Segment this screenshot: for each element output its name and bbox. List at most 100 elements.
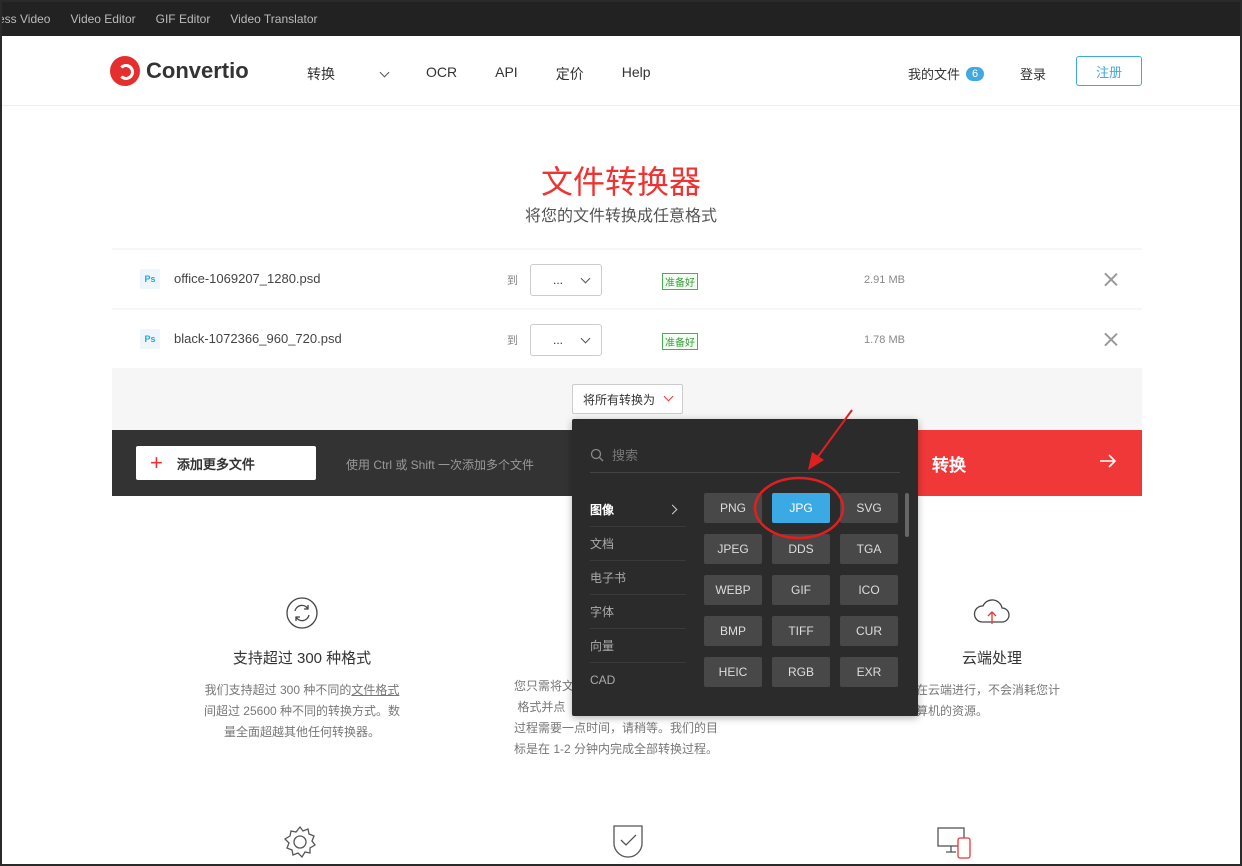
my-files-link[interactable]: 我的文件 6 [908, 64, 985, 83]
convert-all-label: 将所有转换为 [583, 392, 656, 407]
feature-title: 云端处理 [961, 650, 1022, 667]
feature-text-2: 算机的资源。 [916, 704, 989, 718]
format-option[interactable]: CUR [840, 616, 898, 646]
format-option[interactable]: EXR [840, 657, 898, 687]
file-row: Ps black-1072366_960_720.psd 到 ... 准备好 1… [112, 310, 1142, 368]
add-more-files-label: 添加更多文件 [176, 456, 255, 472]
category-vector[interactable]: 向量 [590, 629, 686, 663]
category-list: 图像 文档 电子书 字体 向量 CAD [590, 493, 686, 697]
status-badge: 准备好 [662, 333, 698, 350]
file-formats-link[interactable]: 文件格式 [351, 683, 399, 697]
nav-convert[interactable]: 转换 [307, 64, 390, 84]
top-link-video-editor[interactable]: Video Editor [70, 12, 135, 26]
nav-convert-label: 转换 [307, 66, 335, 82]
my-files-label: 我的文件 [908, 67, 961, 82]
gear-icon [283, 825, 316, 859]
remove-file-close-icon[interactable] [1104, 272, 1118, 286]
format-option[interactable]: BMP [704, 616, 762, 646]
feature-title: 支持超过 300 种格式 [232, 650, 372, 667]
feature-text-2: 格式并点 [517, 700, 566, 714]
logo-icon [110, 56, 140, 86]
file-name: office-1069207_1280.psd [174, 271, 321, 286]
my-files-count-badge: 6 [966, 66, 985, 81]
feature-text-1: 您只需将文 [514, 679, 575, 693]
chevron-down-icon [580, 273, 591, 284]
status-badge: 准备好 [662, 273, 698, 290]
arrow-right-icon [1100, 454, 1117, 468]
search-placeholder: 搜索 [612, 448, 639, 463]
format-option[interactable]: SVG [840, 493, 898, 523]
page-title: 文件转换器 [540, 164, 701, 200]
convert-all-select[interactable]: 将所有转换为 [572, 384, 683, 414]
login-link[interactable]: 登录 [1020, 64, 1046, 83]
target-format-select[interactable]: ... [530, 324, 602, 356]
feature-formats: 支持超过 300 种格式 我们支持超过 300 种不同的文件格式间超过 2560… [162, 596, 442, 743]
nav-ocr[interactable]: OCR [426, 64, 457, 84]
nav-help[interactable]: Help [622, 64, 651, 84]
feature-text-3: 过程需要一点时间，请稍等。我们的目 [514, 721, 719, 735]
format-option[interactable]: TIFF [772, 616, 830, 646]
header: Convertio 转换 OCR API 定价 Help 我的文件 6 登录 注… [2, 36, 1240, 106]
feature-text-2: 间超过 25600 种不同的转换方式。数 [203, 704, 401, 718]
file-size: 1.78 MB [864, 334, 905, 346]
nav-pricing[interactable]: 定价 [556, 64, 584, 84]
format-option[interactable]: TGA [840, 534, 898, 564]
top-link-video-translator[interactable]: Video Translator [230, 12, 317, 26]
category-font[interactable]: 字体 [590, 595, 686, 629]
file-size: 2.91 MB [864, 274, 905, 286]
remove-file-close-icon[interactable] [1104, 332, 1118, 346]
category-label: 图像 [590, 503, 615, 517]
format-option[interactable]: PNG [704, 493, 762, 523]
target-format-select[interactable]: ... [530, 264, 602, 296]
add-more-files-button[interactable]: + 添加更多文件 [136, 446, 316, 480]
format-option[interactable]: GIF [772, 575, 830, 605]
feature-text-1: 我们支持超过 300 种不同的 [204, 683, 352, 697]
psd-file-icon: Ps [140, 329, 160, 349]
feature-text-3: 量全面超越其他任何转换器。 [223, 725, 380, 739]
format-option[interactable]: DDS [772, 534, 830, 564]
target-format-value: ... [553, 273, 564, 287]
feature-text-4: 标是在 1-2 分钟内完成全部转换过程。 [514, 742, 719, 756]
main-nav: 转换 OCR API 定价 Help [307, 64, 689, 84]
signup-button[interactable]: 注册 [1076, 56, 1142, 86]
plus-icon: + [150, 450, 163, 475]
format-dropdown: 搜索 图像 文档 电子书 字体 向量 CAD PNG JPG SVG JPEG … [572, 419, 918, 716]
to-label: 到 [507, 275, 518, 287]
file-name: black-1072366_960_720.psd [174, 331, 342, 346]
feature-cloud: 云端处理 在云端进行，不会消耗您计 算机的资源。 [892, 596, 1092, 722]
category-image[interactable]: 图像 [590, 493, 686, 527]
multi-select-hint: 使用 Ctrl 或 Shift 一次添加多个文件 [346, 458, 535, 472]
to-label: 到 [507, 335, 518, 347]
category-ebook[interactable]: 电子书 [590, 561, 686, 595]
category-document[interactable]: 文档 [590, 527, 686, 561]
target-format-value: ... [553, 333, 564, 347]
format-option-selected[interactable]: JPG [772, 493, 830, 523]
format-option[interactable]: JPEG [704, 534, 762, 564]
top-strip: ess Video Video Editor GIF Editor Video … [2, 2, 1240, 36]
shield-check-icon [613, 825, 643, 858]
search-icon [590, 448, 604, 461]
format-option[interactable]: RGB [772, 657, 830, 687]
chevron-right-icon [667, 504, 678, 515]
chevron-down-icon [580, 333, 591, 344]
category-cad[interactable]: CAD [590, 663, 686, 697]
top-link-gif-editor[interactable]: GIF Editor [156, 12, 211, 26]
dropdown-scrollbar[interactable] [905, 493, 909, 537]
chevron-down-icon [663, 391, 674, 401]
file-row: Ps office-1069207_1280.psd 到 ... 准备好 2.9… [112, 250, 1142, 308]
devices-icon [937, 827, 971, 859]
convert-label: 转换 [932, 455, 966, 475]
format-option[interactable]: ICO [840, 575, 898, 605]
format-option[interactable]: HEIC [704, 657, 762, 687]
chevron-down-icon [379, 67, 390, 78]
browser-frame: ess Video Video Editor GIF Editor Video … [2, 2, 1240, 864]
feature-text-1: 在云端进行，不会消耗您计 [916, 683, 1061, 697]
cloud-upload-icon [973, 599, 1010, 624]
nav-api[interactable]: API [495, 64, 518, 84]
feature-text: 我们支持超过 300 种不同的文件格式间超过 25600 种不同的转换方式。数量… [162, 680, 442, 743]
top-link-0[interactable]: ess Video [2, 12, 50, 26]
convert-cycle-icon [286, 597, 318, 629]
format-option[interactable]: WEBP [704, 575, 762, 605]
format-search[interactable]: 搜索 [590, 437, 900, 473]
logo[interactable]: Convertio [110, 56, 249, 86]
